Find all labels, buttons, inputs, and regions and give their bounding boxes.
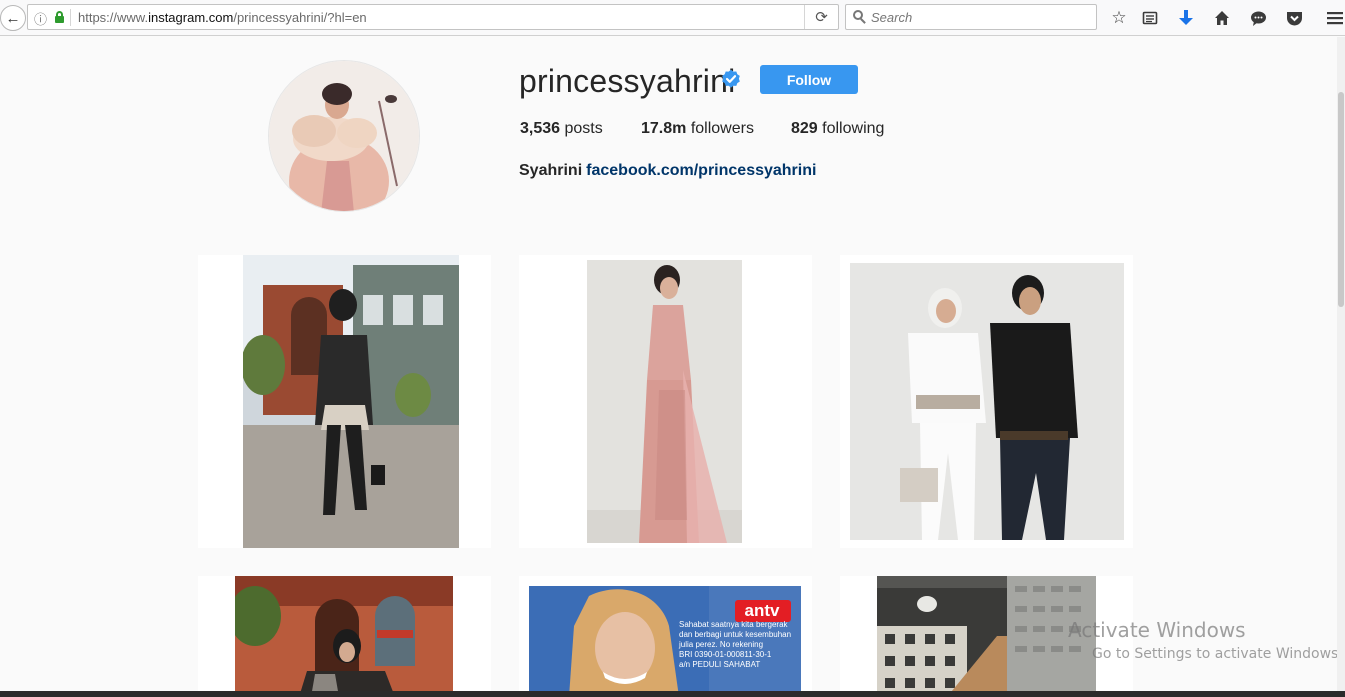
post-tile[interactable] bbox=[198, 576, 491, 697]
post-tile[interactable] bbox=[840, 255, 1133, 548]
post-image bbox=[235, 576, 453, 697]
posts-count: 3,536 bbox=[520, 120, 561, 137]
bio-link[interactable]: facebook.com/princessyahrini bbox=[586, 162, 816, 179]
post-image bbox=[877, 576, 1096, 697]
antv-caption: Sahabat saatnya kita bergerak dan berbag… bbox=[679, 620, 809, 670]
vertical-scrollbar[interactable] bbox=[1337, 37, 1345, 691]
post-tile[interactable] bbox=[198, 255, 491, 548]
profile-avatar[interactable] bbox=[268, 60, 420, 212]
search-input[interactable] bbox=[871, 10, 1091, 25]
caption-line: Sahabat saatnya kita bergerak bbox=[679, 620, 788, 629]
caption-line: a/n PEDULI SAHABAT bbox=[679, 660, 761, 669]
profile-username: princessyahrini bbox=[519, 63, 736, 99]
chat-icon[interactable] bbox=[1247, 7, 1269, 29]
caption-line: dan berbagi untuk kesembuhan bbox=[679, 630, 792, 639]
window-bottom-edge bbox=[0, 691, 1345, 697]
stat-following[interactable]: 829 following bbox=[791, 120, 884, 138]
url-host: instagram.com bbox=[148, 10, 234, 25]
info-icon[interactable]: ⓘ bbox=[34, 9, 47, 28]
arrow-left-icon: ← bbox=[5, 9, 21, 27]
caption-line: BRI 0390-01-000811-30-1 bbox=[679, 650, 772, 659]
profile-bio: Syahrini facebook.com/princessyahrini bbox=[519, 162, 816, 180]
url-path: /princessyahrini/?hl=en bbox=[233, 10, 367, 25]
post-image bbox=[243, 255, 459, 548]
following-label: following bbox=[822, 120, 885, 137]
caption-line: julia perez. No rekening bbox=[679, 640, 764, 649]
post-tile[interactable]: antv Sahabat saatnya kita bergerak dan b… bbox=[519, 576, 812, 697]
post-tile[interactable] bbox=[840, 576, 1133, 697]
antv-logo: antv bbox=[744, 601, 780, 620]
url-bar[interactable]: ⓘ https://www.instagram.com/princessyahr… bbox=[27, 4, 839, 30]
stat-posts: 3,536 posts bbox=[520, 120, 603, 138]
post-tile[interactable] bbox=[519, 255, 812, 548]
bookmark-star-icon[interactable]: ☆ bbox=[1108, 7, 1130, 29]
reading-list-icon[interactable] bbox=[1139, 7, 1161, 29]
reload-icon: ⟳ bbox=[815, 9, 828, 26]
post-image bbox=[850, 263, 1124, 540]
post-image bbox=[587, 260, 742, 543]
scrollbar-thumb[interactable] bbox=[1338, 92, 1344, 307]
stat-followers[interactable]: 17.8m followers bbox=[641, 120, 754, 138]
pocket-icon[interactable] bbox=[1283, 7, 1305, 29]
followers-label: followers bbox=[690, 120, 754, 137]
following-count: 829 bbox=[791, 120, 818, 137]
back-button[interactable]: ← bbox=[0, 5, 26, 31]
search-bar[interactable] bbox=[845, 4, 1097, 30]
download-icon[interactable] bbox=[1175, 7, 1197, 29]
bio-full-name: Syahrini bbox=[519, 162, 583, 179]
search-icon bbox=[853, 10, 867, 24]
followers-count: 17.8m bbox=[641, 120, 687, 137]
reload-button[interactable]: ⟳ bbox=[804, 5, 838, 29]
url-prefix: https://www. bbox=[78, 10, 149, 25]
follow-button[interactable]: Follow bbox=[760, 65, 858, 94]
url-text[interactable]: https://www.instagram.com/princessyahrin… bbox=[78, 10, 367, 25]
verified-badge-icon bbox=[721, 69, 741, 89]
posts-label: posts bbox=[564, 120, 603, 137]
home-icon[interactable] bbox=[1211, 7, 1233, 29]
browser-toolbar: ← ⓘ https://www.instagram.com/princessya… bbox=[0, 0, 1345, 36]
lock-icon bbox=[55, 11, 64, 23]
menu-icon[interactable] bbox=[1324, 7, 1345, 29]
url-divider bbox=[70, 9, 71, 26]
